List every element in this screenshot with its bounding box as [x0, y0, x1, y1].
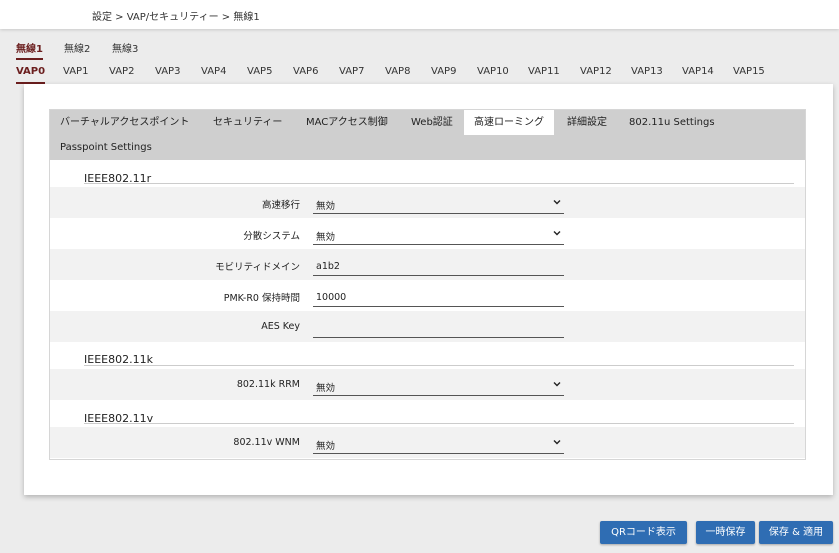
tab-vap14[interactable]: VAP14: [682, 66, 714, 77]
radio-tab-bar: 無線1 無線2 無線3: [0, 35, 839, 60]
tab-vap6[interactable]: VAP6: [293, 66, 318, 77]
tab-80211u[interactable]: 802.11u Settings: [629, 110, 715, 135]
qr-code-button[interactable]: QRコード表示: [600, 521, 687, 544]
row-wnm: 802.11v WNM 無効: [50, 427, 805, 458]
section-divider: [84, 365, 794, 366]
fast-transition-label: 高速移行: [261, 200, 300, 211]
mobility-domain-input[interactable]: [313, 252, 564, 276]
tab-vap12[interactable]: VAP12: [580, 66, 612, 77]
aes-key-label: AES Key: [261, 321, 300, 332]
tab-security[interactable]: セキュリティー: [213, 110, 282, 135]
tab-radio-1[interactable]: 無線1: [16, 40, 43, 60]
distributed-system-value: 無効: [316, 232, 336, 243]
tab-vap8[interactable]: VAP8: [385, 66, 410, 77]
row-mobility-domain: モビリティドメイン: [50, 249, 805, 280]
distributed-system-select[interactable]: 無効: [313, 221, 564, 245]
save-apply-button[interactable]: 保存 & 適用: [759, 521, 833, 544]
tab-passpoint[interactable]: Passpoint Settings: [60, 135, 152, 160]
tab-fast-roaming[interactable]: 高速ローミング: [464, 110, 554, 135]
wnm-value: 無効: [316, 441, 336, 452]
tab-vap10[interactable]: VAP10: [477, 66, 509, 77]
tab-radio-2[interactable]: 無線2: [64, 40, 90, 55]
chevron-down-icon: [553, 231, 561, 236]
section-divider: [84, 423, 794, 424]
section-divider: [84, 183, 794, 184]
pmk-r0-input[interactable]: [313, 283, 564, 307]
aes-key-input[interactable]: [313, 314, 564, 338]
distributed-system-label: 分散システム: [243, 231, 300, 242]
wnm-label: 802.11v WNM: [233, 437, 300, 448]
wnm-select[interactable]: 無効: [313, 430, 564, 454]
fast-transition-value: 無効: [316, 201, 336, 212]
tab-radio-3[interactable]: 無線3: [112, 40, 138, 55]
tab-mac-access[interactable]: MACアクセス制御: [306, 110, 388, 135]
chevron-down-icon: [553, 382, 561, 387]
tab-vap9[interactable]: VAP9: [431, 66, 456, 77]
tab-vap11[interactable]: VAP11: [528, 66, 560, 77]
tab-advanced[interactable]: 詳細設定: [567, 110, 607, 135]
settings-panel: バーチャルアクセスポイント セキュリティー MACアクセス制御 Web認証 高速…: [49, 109, 806, 460]
mobility-domain-label: モビリティドメイン: [215, 262, 300, 273]
row-fast-transition: 高速移行 無効: [50, 187, 805, 218]
row-rrm: 802.11k RRM 無効: [50, 369, 805, 400]
row-distributed-system: 分散システム 無効: [50, 218, 805, 249]
content-card: バーチャルアクセスポイント セキュリティー MACアクセス制御 Web認証 高速…: [24, 84, 833, 495]
tab-virtual-ap[interactable]: バーチャルアクセスポイント: [60, 110, 189, 135]
tab-vap1[interactable]: VAP1: [63, 66, 88, 77]
tab-vap4[interactable]: VAP4: [201, 66, 226, 77]
breadcrumb: 設定 > VAP/セキュリティー > 無線1: [92, 12, 260, 23]
vap-tab-bar: VAP0 VAP1 VAP2 VAP3 VAP4 VAP5 VAP6 VAP7 …: [0, 59, 839, 85]
sub-tab-bar: バーチャルアクセスポイント セキュリティー MACアクセス制御 Web認証 高速…: [50, 110, 805, 160]
tab-vap3[interactable]: VAP3: [155, 66, 180, 77]
chevron-down-icon: [553, 440, 561, 445]
row-aes-key: AES Key: [50, 311, 805, 342]
chevron-down-icon: [553, 200, 561, 205]
rrm-select[interactable]: 無効: [313, 372, 564, 396]
row-pmk-r0: PMK-R0 保持時間: [50, 280, 805, 311]
rrm-label: 802.11k RRM: [236, 379, 300, 390]
temp-save-button[interactable]: 一時保存: [696, 521, 755, 544]
rrm-value: 無効: [316, 383, 336, 394]
tab-vap15[interactable]: VAP15: [733, 66, 765, 77]
pmk-r0-label: PMK-R0 保持時間: [223, 293, 300, 304]
fast-transition-select[interactable]: 無効: [313, 190, 564, 214]
tab-vap5[interactable]: VAP5: [247, 66, 272, 77]
tab-vap2[interactable]: VAP2: [109, 66, 134, 77]
tab-vap7[interactable]: VAP7: [339, 66, 364, 77]
tab-vap0[interactable]: VAP0: [16, 66, 46, 84]
tab-vap13[interactable]: VAP13: [631, 66, 663, 77]
breadcrumb-bar: 設定 > VAP/セキュリティー > 無線1: [0, 0, 839, 29]
tab-web-auth[interactable]: Web認証: [411, 110, 453, 135]
